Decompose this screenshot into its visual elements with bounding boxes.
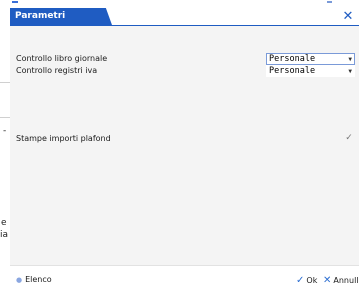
controllo-libro-giornale-select[interactable]: Personale ▼ xyxy=(266,53,355,65)
elenco-label: Elenco xyxy=(25,275,52,284)
background-window-strip xyxy=(0,0,10,294)
ok-button[interactable]: ✓ Ok xyxy=(296,275,317,286)
background-divider xyxy=(0,117,10,118)
dialog-body: Controllo libro giornale Personale ▼ Con… xyxy=(10,26,359,266)
ok-label: Ok xyxy=(306,276,318,285)
parametri-contabili-dialog: Parametri contabili ✕ Controllo libro gi… xyxy=(10,8,359,294)
background-accent xyxy=(12,1,18,3)
background-window-top xyxy=(0,0,359,8)
dialog-title: Parametri contabili xyxy=(10,8,112,25)
dropdown-arrow-icon[interactable]: ▼ xyxy=(348,66,352,77)
cancel-icon: ✕ xyxy=(323,275,332,286)
controllo-registri-iva-value: Personale xyxy=(269,66,316,76)
stampe-importi-plafond-checkbox[interactable]: ✓ xyxy=(344,133,354,143)
controllo-registri-iva-select[interactable]: Personale ▼ xyxy=(266,65,355,77)
background-text-fragment: ia xyxy=(0,230,9,240)
dialog-footer: ●Elenco ✓Ok ✕Annulla xyxy=(10,266,359,294)
annulla-button[interactable]: ✕Annulla xyxy=(323,275,359,286)
stampe-importi-plafond-label: Stampe importi plafond xyxy=(16,134,111,143)
background-divider xyxy=(0,82,10,83)
controllo-libro-giornale-label: Controllo libro giornale xyxy=(16,54,108,63)
close-icon[interactable]: ✕ xyxy=(341,10,355,24)
controllo-libro-giornale-value: Personale xyxy=(269,54,316,64)
elenco-button[interactable]: ● Elenco xyxy=(16,275,52,284)
annulla-label: Annulla xyxy=(333,276,359,285)
bullet-icon: ● xyxy=(16,276,23,284)
dropdown-arrow-icon[interactable]: ▼ xyxy=(348,54,352,65)
dialog-titlebar: Parametri contabili ✕ xyxy=(10,8,359,26)
background-dash: - xyxy=(3,126,7,136)
background-accent xyxy=(327,1,332,3)
background-text-fragment: e xyxy=(1,218,7,228)
controllo-registri-iva-label: Controllo registri iva xyxy=(16,66,98,75)
check-icon: ✓ xyxy=(296,275,305,286)
